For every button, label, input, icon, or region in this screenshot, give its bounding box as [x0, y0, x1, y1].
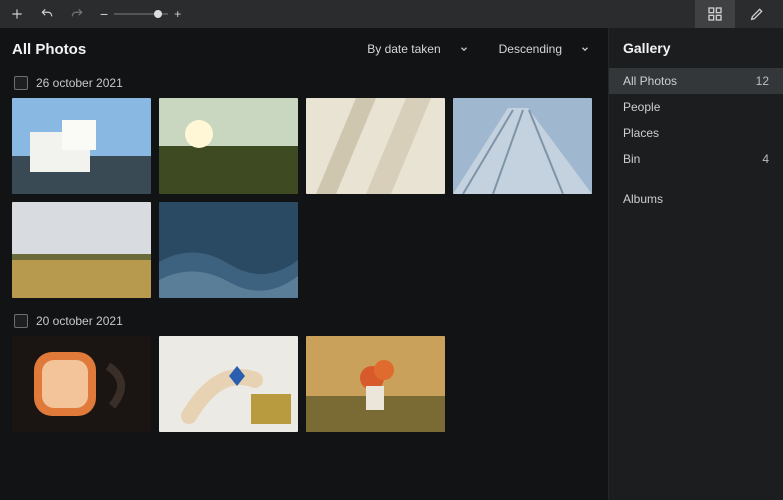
sidebar-item-label: People: [623, 100, 660, 114]
thumbnail-grid: [12, 98, 596, 298]
sidebar-albums-label: Albums: [623, 192, 663, 206]
sidebar-title: Gallery: [609, 40, 783, 68]
add-button[interactable]: [6, 3, 28, 25]
sidebar-item-count: 12: [756, 74, 769, 88]
sidebar-item-count: 4: [762, 152, 769, 166]
date-group-label: 26 october 2021: [36, 76, 123, 90]
photo-thumbnail[interactable]: [12, 336, 151, 432]
grid-view-tab[interactable]: [695, 0, 735, 28]
chevron-down-icon: [459, 44, 469, 54]
edit-icon: [749, 6, 765, 22]
zoom-out-icon: −: [100, 7, 108, 21]
sort-by-label: By date taken: [367, 42, 440, 56]
date-group-header: 20 october 2021: [14, 314, 596, 328]
date-group-header: 26 october 2021: [14, 76, 596, 90]
zoom-in-icon: +: [174, 8, 181, 20]
photo-thumbnail[interactable]: [159, 336, 298, 432]
sidebar-item-places[interactable]: Places: [609, 120, 783, 146]
sort-by-dropdown[interactable]: By date taken: [361, 40, 474, 58]
sidebar-item-people[interactable]: People: [609, 94, 783, 120]
sidebar-albums-header[interactable]: Albums: [609, 186, 783, 212]
thumbnail-grid: [12, 336, 596, 432]
date-group-label: 20 october 2021: [36, 314, 123, 328]
edit-view-tab[interactable]: [737, 0, 777, 28]
sidebar-item-all-photos[interactable]: All Photos 12: [609, 68, 783, 94]
redo-icon: [70, 7, 84, 21]
photo-thumbnail[interactable]: [159, 98, 298, 194]
photo-thumbnail[interactable]: [159, 202, 298, 298]
top-toolbar: − +: [0, 0, 783, 28]
sort-order-dropdown[interactable]: Descending: [493, 40, 596, 58]
content-header: All Photos By date taken Descending: [12, 40, 596, 58]
grid-icon: [707, 6, 723, 22]
photo-thumbnail[interactable]: [12, 98, 151, 194]
page-title: All Photos: [12, 41, 86, 58]
gallery-sidebar: Gallery All Photos 12 People Places Bin …: [608, 28, 783, 500]
zoom-track[interactable]: [114, 13, 168, 15]
sidebar-item-label: Bin: [623, 152, 640, 166]
redo-button[interactable]: [66, 3, 88, 25]
plus-icon: [10, 7, 24, 21]
sidebar-item-bin[interactable]: Bin 4: [609, 146, 783, 172]
undo-button[interactable]: [36, 3, 58, 25]
photo-thumbnail[interactable]: [306, 98, 445, 194]
sidebar-item-label: Places: [623, 126, 659, 140]
sort-order-label: Descending: [499, 42, 562, 56]
content-area: All Photos By date taken Descending 26 o…: [0, 28, 608, 500]
photo-thumbnail[interactable]: [453, 98, 592, 194]
view-switcher: [695, 0, 777, 28]
photo-thumbnail[interactable]: [12, 202, 151, 298]
select-group-checkbox[interactable]: [14, 314, 28, 328]
sidebar-item-label: All Photos: [623, 74, 677, 88]
zoom-slider[interactable]: − +: [100, 7, 181, 21]
select-group-checkbox[interactable]: [14, 76, 28, 90]
photo-thumbnail[interactable]: [306, 336, 445, 432]
zoom-thumb[interactable]: [154, 10, 162, 18]
undo-icon: [40, 7, 54, 21]
chevron-down-icon: [580, 44, 590, 54]
